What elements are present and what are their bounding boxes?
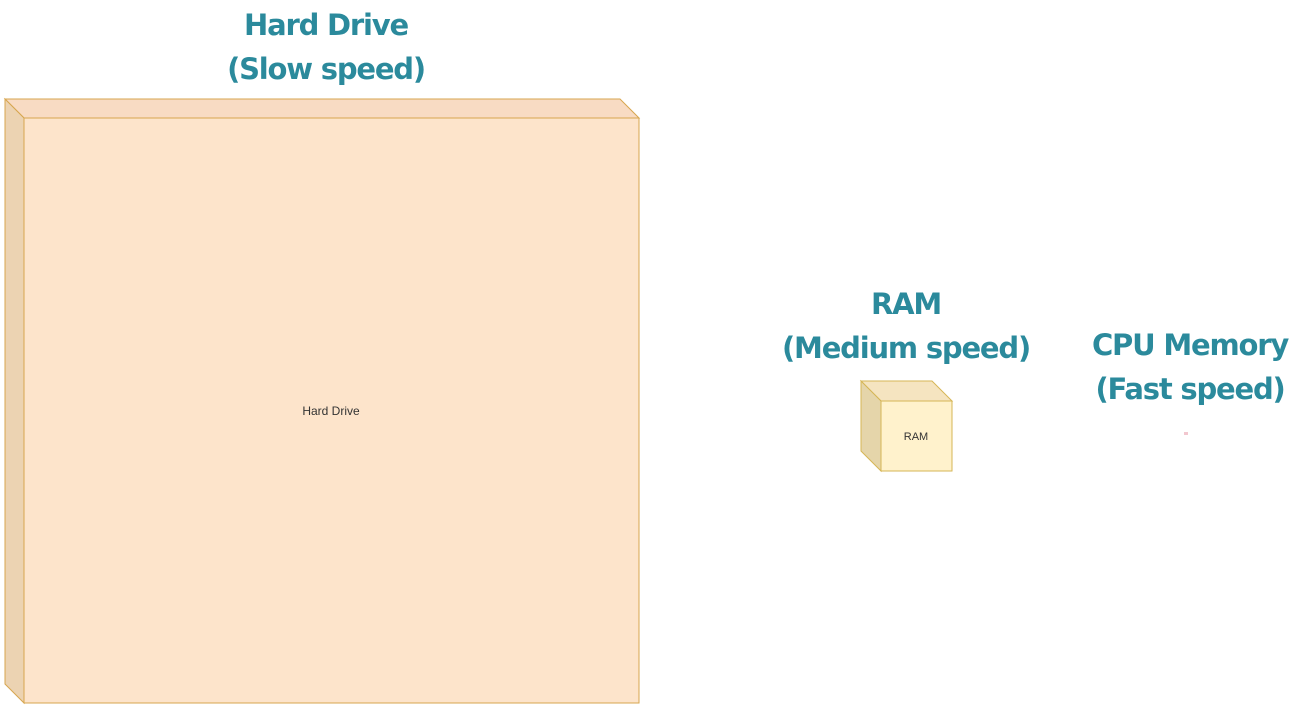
hard-drive-block-side [4, 97, 25, 705]
memory-hierarchy-diagram: Hard Drive RAM [3, 97, 1188, 705]
hard-drive-block-top [3, 98, 641, 119]
ram-block-label: RAM [904, 431, 928, 443]
hard-drive-block-label: Hard Drive [302, 404, 360, 418]
hard-drive-block[interactable]: Hard Drive [3, 97, 641, 705]
ram-block[interactable]: RAM [859, 379, 954, 473]
cpu-memory-block[interactable] [1184, 432, 1188, 435]
